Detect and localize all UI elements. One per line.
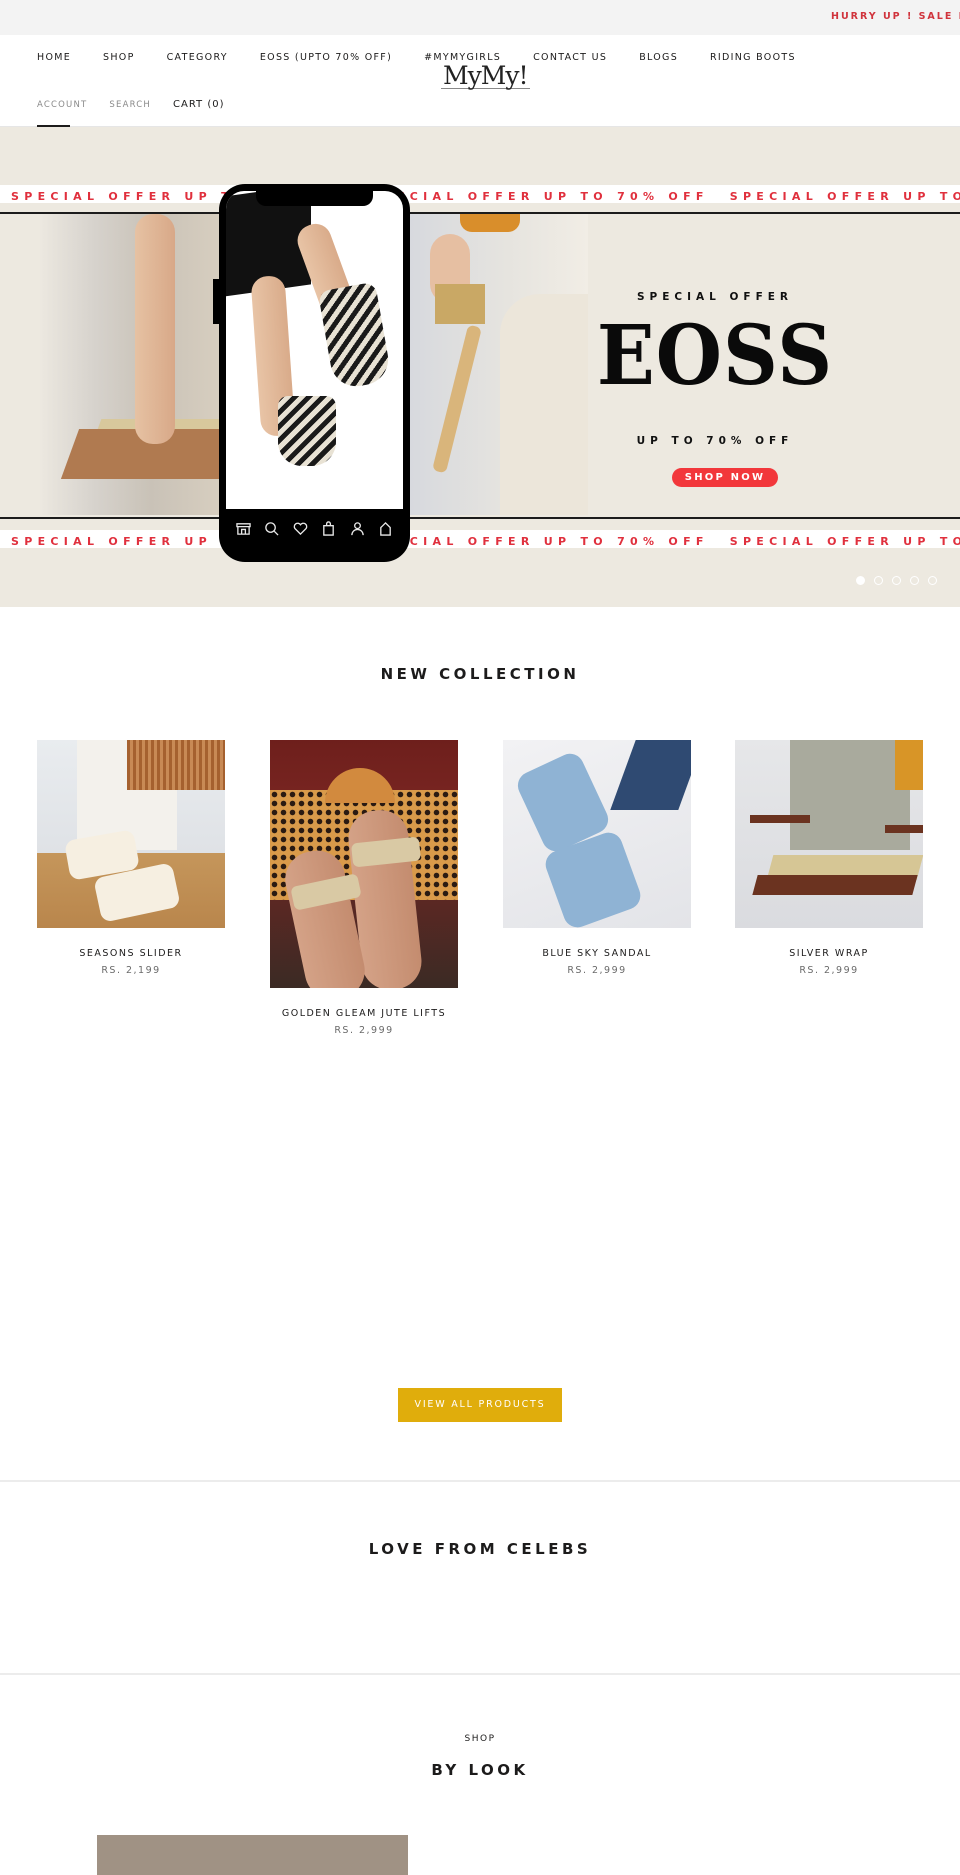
announcement-text: HURRY UP ! SALE EN [831, 11, 960, 22]
hero-copy: SPECIAL OFFER EOSS UP TO 70% OFF SHOP NO… [590, 127, 840, 607]
utility-links: ACCOUNT SEARCH CART (0) [37, 99, 247, 110]
product-price: RS. 2,199 [101, 965, 161, 976]
product-name[interactable]: BLUE SKY SANDAL [503, 948, 691, 959]
look-image[interactable] [97, 1835, 408, 1875]
product-card[interactable]: SEASONS SLIDER RS. 2,199 [37, 740, 225, 976]
product-image[interactable] [270, 740, 458, 988]
nav-blogs[interactable]: BLOGS [639, 52, 678, 63]
user-icon [350, 521, 364, 535]
nav-home[interactable]: HOME [37, 52, 71, 63]
product-card[interactable]: BLUE SKY SANDAL RS. 2,999 [503, 740, 691, 976]
main-nav: HOME SHOP CATEGORY EOSS (UPTO 70% OFF) #… [37, 52, 828, 63]
shopping-bag-icon [323, 520, 335, 536]
product-name[interactable]: SILVER WRAP [735, 948, 923, 959]
hero-subtitle: UP TO 70% OFF [636, 435, 794, 447]
product-name[interactable]: SEASONS SLIDER [37, 948, 225, 959]
announcement-bar: HURRY UP ! SALE EN [0, 0, 960, 35]
shop-now-button[interactable]: SHOP NOW [672, 468, 778, 487]
slide-dot-1[interactable] [856, 576, 865, 585]
slide-dots [856, 576, 937, 585]
shop-by-look-kicker: SHOP [464, 1734, 496, 1744]
slide-dot-4[interactable] [910, 576, 919, 585]
hero-photo-silver-wrap [40, 214, 240, 515]
slide-dot-3[interactable] [892, 576, 901, 585]
slide-dot-2[interactable] [874, 576, 883, 585]
account-link[interactable]: ACCOUNT [37, 100, 87, 110]
celebs-title: LOVE FROM CELEBS [368, 1540, 592, 1558]
product-card[interactable]: GOLDEN GLEAM JUTE LIFTS RS. 2,999 [270, 740, 458, 1036]
nav-shop[interactable]: SHOP [103, 52, 135, 63]
hero-kicker: SPECIAL OFFER [636, 291, 794, 303]
search-link[interactable]: SEARCH [109, 100, 151, 110]
heart-icon [293, 522, 308, 535]
home-icon [380, 521, 392, 536]
slide-dot-5[interactable] [928, 576, 937, 585]
product-image[interactable] [503, 740, 691, 928]
section-divider [0, 1673, 960, 1675]
phone-mockup [213, 184, 410, 562]
new-collection-title: NEW COLLECTION [380, 665, 580, 683]
hero-photo-gold-heel [410, 214, 588, 515]
product-card[interactable]: SILVER WRAP RS. 2,999 [735, 740, 923, 976]
nav-category[interactable]: CATEGORY [167, 52, 228, 63]
product-image[interactable] [735, 740, 923, 928]
nav-riding-boots[interactable]: RIDING BOOTS [710, 52, 796, 63]
site-header: HOME SHOP CATEGORY EOSS (UPTO 70% OFF) #… [0, 35, 960, 127]
hero-title: EOSS [596, 307, 834, 404]
hero-slideshow[interactable]: SPECIAL OFFER UP TO 70% OFF SPECIAL OFFER… [0, 127, 960, 607]
cart-link[interactable]: CART (0) [173, 99, 225, 110]
phone-dock [219, 514, 410, 542]
store-icon [236, 522, 251, 535]
phone-screen-photo [226, 191, 403, 509]
product-price: RS. 2,999 [567, 965, 627, 976]
search-icon [265, 521, 279, 536]
section-divider [0, 1480, 960, 1482]
product-price: RS. 2,999 [334, 1025, 394, 1036]
nav-contact-us[interactable]: CONTACT US [533, 52, 607, 63]
view-all-products-button[interactable]: VIEW ALL PRODUCTS [398, 1388, 562, 1422]
product-price: RS. 2,999 [799, 965, 859, 976]
product-name[interactable]: GOLDEN GLEAM JUTE LIFTS [270, 1008, 458, 1019]
product-image[interactable] [37, 740, 225, 928]
nav-eoss[interactable]: EOSS (UPTO 70% OFF) [260, 52, 392, 63]
site-logo[interactable]: MyMy! [441, 63, 530, 89]
shop-by-look-title: BY LOOK [431, 1761, 529, 1779]
